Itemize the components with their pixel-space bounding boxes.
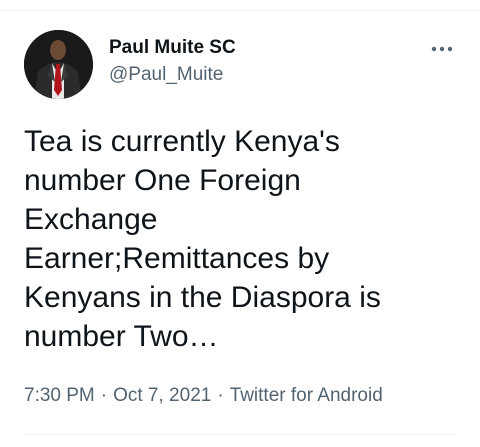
tweet[interactable]: Paul Muite SC @Paul_Muite Tea is current… bbox=[0, 0, 480, 447]
tweet-time: 7:30 PM bbox=[24, 385, 95, 406]
tweet-text: Tea is currently Kenya's number One Fore… bbox=[24, 125, 381, 353]
handle[interactable]: @Paul_Muite bbox=[109, 63, 236, 87]
meta-separator: · bbox=[100, 385, 108, 406]
tweet-source-link[interactable]: Twitter for Android bbox=[230, 385, 383, 406]
tweet-meta: 7:30 PM · Oct 7, 2021 · Twitter for Android bbox=[24, 384, 383, 408]
avatar[interactable] bbox=[24, 30, 93, 99]
tweet-time-link[interactable]: 7:30 PM · Oct 7, 2021 bbox=[24, 385, 211, 406]
more-horizontal-icon bbox=[431, 46, 453, 52]
avatar-photo bbox=[24, 30, 93, 99]
tweet-date: Oct 7, 2021 bbox=[113, 385, 212, 406]
more-options-button[interactable] bbox=[424, 36, 460, 62]
bottom-divider bbox=[24, 434, 456, 435]
display-name[interactable]: Paul Muite SC bbox=[109, 36, 236, 60]
author-block: Paul Muite SC @Paul_Muite bbox=[109, 36, 236, 87]
meta-separator: · bbox=[217, 385, 224, 406]
